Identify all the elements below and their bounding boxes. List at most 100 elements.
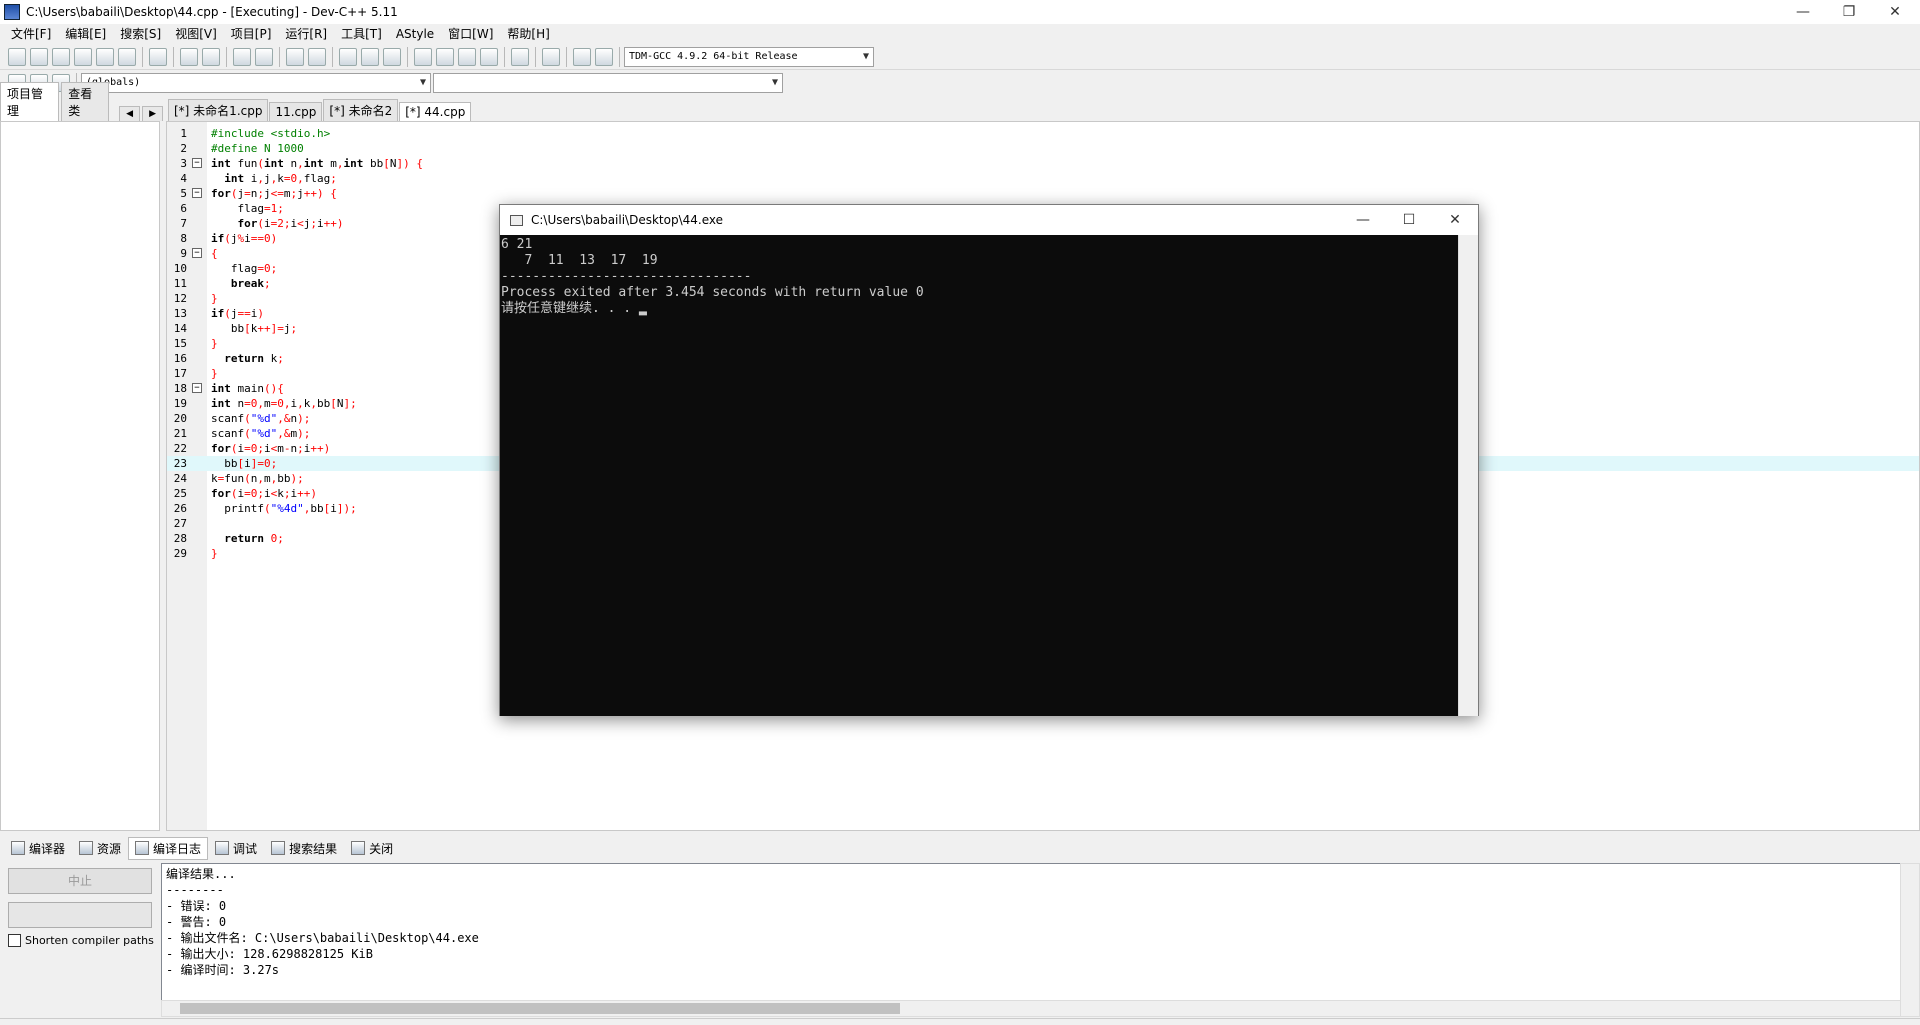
syntax-check-icon[interactable] (511, 47, 529, 66)
line-number: 1 (180, 127, 187, 140)
tab-label: 资源 (97, 841, 122, 856)
tab-file-44[interactable]: [*] 44.cpp (399, 102, 472, 121)
close-panel-icon (351, 841, 366, 855)
toolbar-separator (226, 46, 227, 67)
code-text: #define N 1000 (211, 142, 304, 155)
compile-controls: 中止 Shorten compiler paths (0, 862, 160, 1018)
code-line[interactable]: 4 int i,j,k=0,flag; (167, 171, 1919, 186)
line-number: 19 (173, 397, 187, 410)
menu-edit[interactable]: 编辑[E] (58, 25, 113, 43)
run-icon[interactable] (436, 47, 454, 66)
console-scrollbar[interactable] (1458, 235, 1478, 716)
compile-run-icon[interactable] (458, 47, 476, 66)
tab-project-manager[interactable]: 项目管理 (0, 82, 60, 121)
tab-prev-arrow-icon[interactable]: ◀ (119, 106, 141, 121)
code-text: } (211, 292, 218, 305)
tab-next-arrow-icon[interactable]: ▶ (142, 106, 163, 121)
log-horizontal-scrollbar[interactable] (161, 1000, 1901, 1017)
line-number: 27 (173, 517, 187, 530)
tab-compiler[interactable]: 编译器 (4, 837, 72, 860)
console-output: 6 21 7 11 13 17 19 ---------------------… (500, 235, 1458, 716)
minimize-button[interactable]: — (1780, 0, 1826, 24)
tab-resources[interactable]: 资源 (72, 837, 128, 860)
close-all-icon[interactable] (118, 47, 136, 66)
symbol-select[interactable]: ▼ (433, 73, 783, 93)
unindent-icon[interactable] (308, 47, 326, 66)
debug-icon[interactable] (595, 47, 613, 66)
find-icon[interactable] (233, 47, 251, 66)
menu-view[interactable]: 视图[V] (168, 25, 224, 43)
log-vertical-scrollbar[interactable] (1900, 863, 1920, 1017)
line-number: 9 (180, 247, 187, 260)
line-number: 14 (173, 322, 187, 335)
shorten-paths-checkbox[interactable] (8, 934, 21, 947)
menu-astyle[interactable]: AStyle (389, 25, 441, 43)
open-file-icon[interactable] (30, 47, 48, 66)
console-maximize-button[interactable]: ☐ (1386, 208, 1432, 232)
menu-help[interactable]: 帮助[H] (500, 25, 556, 43)
project-tree-panel[interactable] (0, 121, 160, 831)
close-file-icon[interactable] (96, 47, 114, 66)
progress-bar (8, 902, 152, 928)
tab-debug[interactable]: 调试 (208, 837, 264, 860)
editor-tabs: [*] 未命名1.cpp 11.cpp [*] 未命名2 [*] 44.cpp (168, 99, 472, 121)
line-number: 21 (173, 427, 187, 440)
line-number: 2 (180, 142, 187, 155)
fold-toggle-icon[interactable]: − (192, 158, 202, 168)
compile-log-output[interactable]: 编译结果... -------- - 错误: 0 - 警告: 0 - 输出文件名… (161, 863, 1901, 1001)
fold-toggle-icon[interactable]: − (192, 383, 202, 393)
bookmark-icon[interactable] (383, 47, 401, 66)
fold-toggle-icon[interactable]: − (192, 248, 202, 258)
console-icon (510, 214, 523, 226)
close-button[interactable]: ✕ (1872, 0, 1918, 24)
scroll-thumb[interactable] (180, 1003, 900, 1014)
scope-select[interactable]: (globals) ▼ (81, 73, 431, 93)
toolbar-separator (407, 46, 408, 67)
line-number: 5 (180, 187, 187, 200)
tab-file-11[interactable]: 11.cpp (269, 102, 323, 121)
console-close-button[interactable]: ✕ (1432, 208, 1478, 232)
tab-file-unnamed1[interactable]: [*] 未命名1.cpp (168, 99, 269, 121)
code-text: } (211, 367, 218, 380)
code-text: return k; (224, 352, 284, 365)
menu-search[interactable]: 搜索[S] (113, 25, 168, 43)
code-text: if(j%i==0) (211, 232, 278, 245)
abort-button[interactable]: 中止 (8, 868, 152, 894)
menu-project[interactable]: 项目[P] (224, 25, 279, 43)
code-line[interactable]: 2 #define N 1000 (167, 141, 1919, 156)
tab-compile-log[interactable]: 编译日志 (128, 836, 209, 860)
profile-icon[interactable] (573, 47, 591, 66)
menu-run[interactable]: 运行[R] (278, 25, 334, 43)
stop-execution-icon[interactable] (542, 47, 560, 66)
code-line[interactable]: 3− int fun(int n,int m,int bb[N]) { (167, 156, 1919, 171)
toolbar-separator (173, 46, 174, 67)
undo-icon[interactable] (180, 47, 198, 66)
restore-button[interactable]: ❐ (1826, 0, 1872, 24)
code-line[interactable]: 1 #include <stdio.h> (167, 126, 1919, 141)
code-text: bb[i]=0; (211, 457, 278, 470)
tab-close[interactable]: 关闭 (344, 837, 400, 860)
redo-icon[interactable] (202, 47, 220, 66)
fold-toggle-icon[interactable]: − (192, 188, 202, 198)
tab-file-unnamed2[interactable]: [*] 未命名2 (323, 99, 399, 121)
new-file-icon[interactable] (8, 47, 26, 66)
print-icon[interactable] (149, 47, 167, 66)
back-icon[interactable] (339, 47, 357, 66)
replace-icon[interactable] (255, 47, 273, 66)
rebuild-icon[interactable] (480, 47, 498, 66)
save-all-icon[interactable] (74, 47, 92, 66)
compile-icon[interactable] (414, 47, 432, 66)
console-window[interactable]: C:\Users\babaili\Desktop\44.exe — ☐ ✕ 6 … (499, 204, 1479, 716)
menu-file[interactable]: 文件[F] (4, 25, 58, 43)
indent-icon[interactable] (286, 47, 304, 66)
tab-class-browser[interactable]: 查看类 (61, 82, 110, 121)
menu-tools[interactable]: 工具[T] (334, 25, 389, 43)
code-line[interactable]: 5− for(j=n;j<=m;j++) { (167, 186, 1919, 201)
tab-search-results[interactable]: 搜索结果 (264, 837, 344, 860)
forward-icon[interactable] (361, 47, 379, 66)
code-text: for(i=0;i<m-n;i++) (211, 442, 331, 455)
save-icon[interactable] (52, 47, 70, 66)
compiler-select[interactable]: TDM-GCC 4.9.2 64-bit Release ▼ (624, 46, 874, 67)
menu-window[interactable]: 窗口[W] (441, 25, 500, 43)
console-minimize-button[interactable]: — (1340, 208, 1386, 232)
